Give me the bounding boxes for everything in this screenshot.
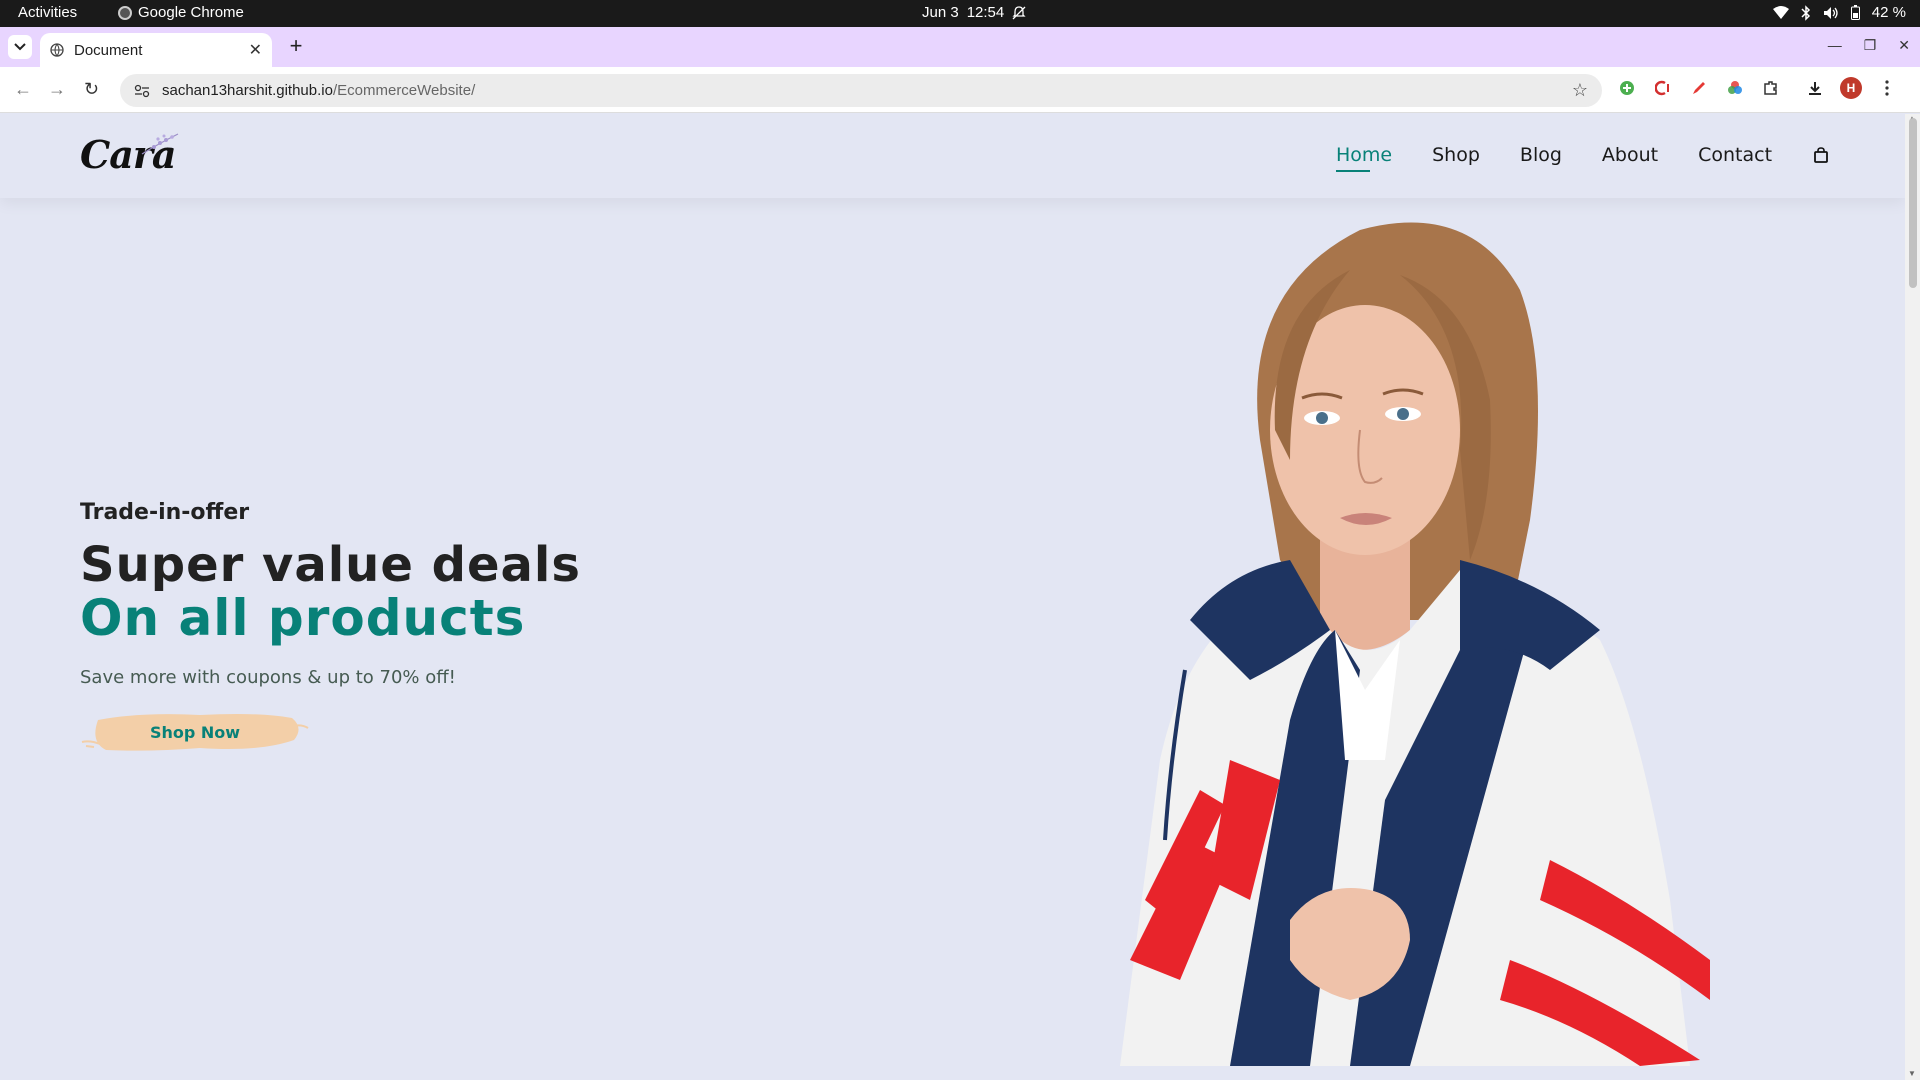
shop-now-label: Shop Now (149, 722, 241, 742)
download-icon[interactable] (1804, 77, 1826, 99)
extension-color-wheel-icon[interactable] (1724, 77, 1746, 99)
nav-blog[interactable]: Blog (1520, 144, 1562, 166)
back-arrow-icon[interactable]: ← (14, 79, 32, 100)
scroll-down-icon[interactable]: ▼ (1908, 1069, 1916, 1078)
extensions-row: H (1616, 77, 1898, 99)
activities-button[interactable]: Activities (18, 4, 77, 21)
close-window-icon[interactable]: ✕ (1898, 37, 1910, 54)
app-name: Google Chrome (138, 4, 244, 21)
battery-icon (1850, 5, 1860, 20)
app-menu[interactable]: Google Chrome (118, 4, 244, 21)
site-info-icon[interactable] (134, 84, 150, 98)
chevron-down-icon (14, 43, 26, 51)
notifications-muted-icon (1012, 5, 1026, 19)
restore-icon[interactable]: ❐ (1864, 37, 1877, 54)
tab-close-icon[interactable]: ✕ (249, 40, 262, 60)
hero-model-image (1120, 222, 1710, 1066)
system-top-bar: Activities Google Chrome Jun 3 12:54 42 … (0, 0, 1920, 27)
time-label: 12:54 (966, 4, 1005, 21)
hero-text: Trade-in-offer Super value deals On all … (80, 500, 581, 758)
hero-headline-accent: On all products (80, 589, 526, 647)
bookmark-star-icon[interactable]: ☆ (1572, 80, 1588, 101)
wifi-icon (1772, 5, 1789, 19)
hero-subtext: Save more with coupons & up to 70% off! (80, 667, 456, 688)
date-label: Jun 3 (922, 4, 959, 21)
window-controls: — ❐ ✕ (1828, 37, 1910, 54)
shop-now-button[interactable]: Shop Now (80, 706, 310, 758)
page-scrollbar[interactable]: ▲ ▼ (1905, 114, 1920, 1080)
browser-toolbar: ← → ↻ sachan13harshit.github.io/Ecommerc… (0, 67, 1920, 113)
scrollbar-thumb[interactable] (1909, 118, 1917, 288)
webpage: Cara Home Shop Blog About Contact Trade-… (0, 114, 1905, 1066)
nav-contact[interactable]: Contact (1698, 144, 1772, 166)
extension-c-icon[interactable] (1652, 77, 1674, 99)
main-nav: Home Shop Blog About Contact (1336, 144, 1828, 172)
hero-kicker: Trade-in-offer (80, 500, 250, 525)
address-bar[interactable]: sachan13harshit.github.io/EcommerceWebsi… (120, 74, 1602, 107)
menu-kebab-icon[interactable] (1876, 77, 1898, 99)
extension-pen-icon[interactable] (1688, 77, 1710, 99)
shopping-bag-icon[interactable] (1814, 147, 1828, 163)
tab-strip: Document ✕ + — ❐ ✕ (0, 27, 1920, 67)
nav-shop[interactable]: Shop (1432, 144, 1480, 166)
battery-percent: 42 % (1871, 4, 1906, 21)
extension-green-plus-icon[interactable] (1616, 77, 1638, 99)
url-host: sachan13harshit.github.io (162, 82, 333, 99)
profile-avatar[interactable]: H (1840, 77, 1862, 99)
volume-icon (1823, 6, 1838, 19)
site-header: Cara Home Shop Blog About Contact (0, 114, 1905, 198)
minimize-icon[interactable]: — (1828, 37, 1842, 54)
nav-home[interactable]: Home (1336, 144, 1392, 172)
lavender-sprig-icon (141, 133, 179, 155)
tab-title: Document (74, 41, 143, 59)
url-path: /EcommerceWebsite/ (332, 82, 476, 99)
extensions-puzzle-icon[interactable] (1760, 77, 1782, 99)
clock[interactable]: Jun 3 12:54 (922, 4, 1026, 21)
nav-about[interactable]: About (1602, 144, 1658, 166)
globe-icon (50, 43, 64, 57)
hero-headline: Super value deals (80, 537, 581, 593)
reload-icon[interactable]: ↻ (84, 79, 99, 100)
forward-arrow-icon[interactable]: → (48, 79, 66, 100)
new-tab-button[interactable]: + (284, 35, 308, 57)
system-tray[interactable]: 42 % (1772, 4, 1906, 21)
tab-search-button[interactable] (8, 35, 32, 59)
bluetooth-icon (1801, 4, 1810, 21)
tab-document[interactable]: Document ✕ (40, 33, 272, 67)
chrome-icon (118, 5, 132, 20)
